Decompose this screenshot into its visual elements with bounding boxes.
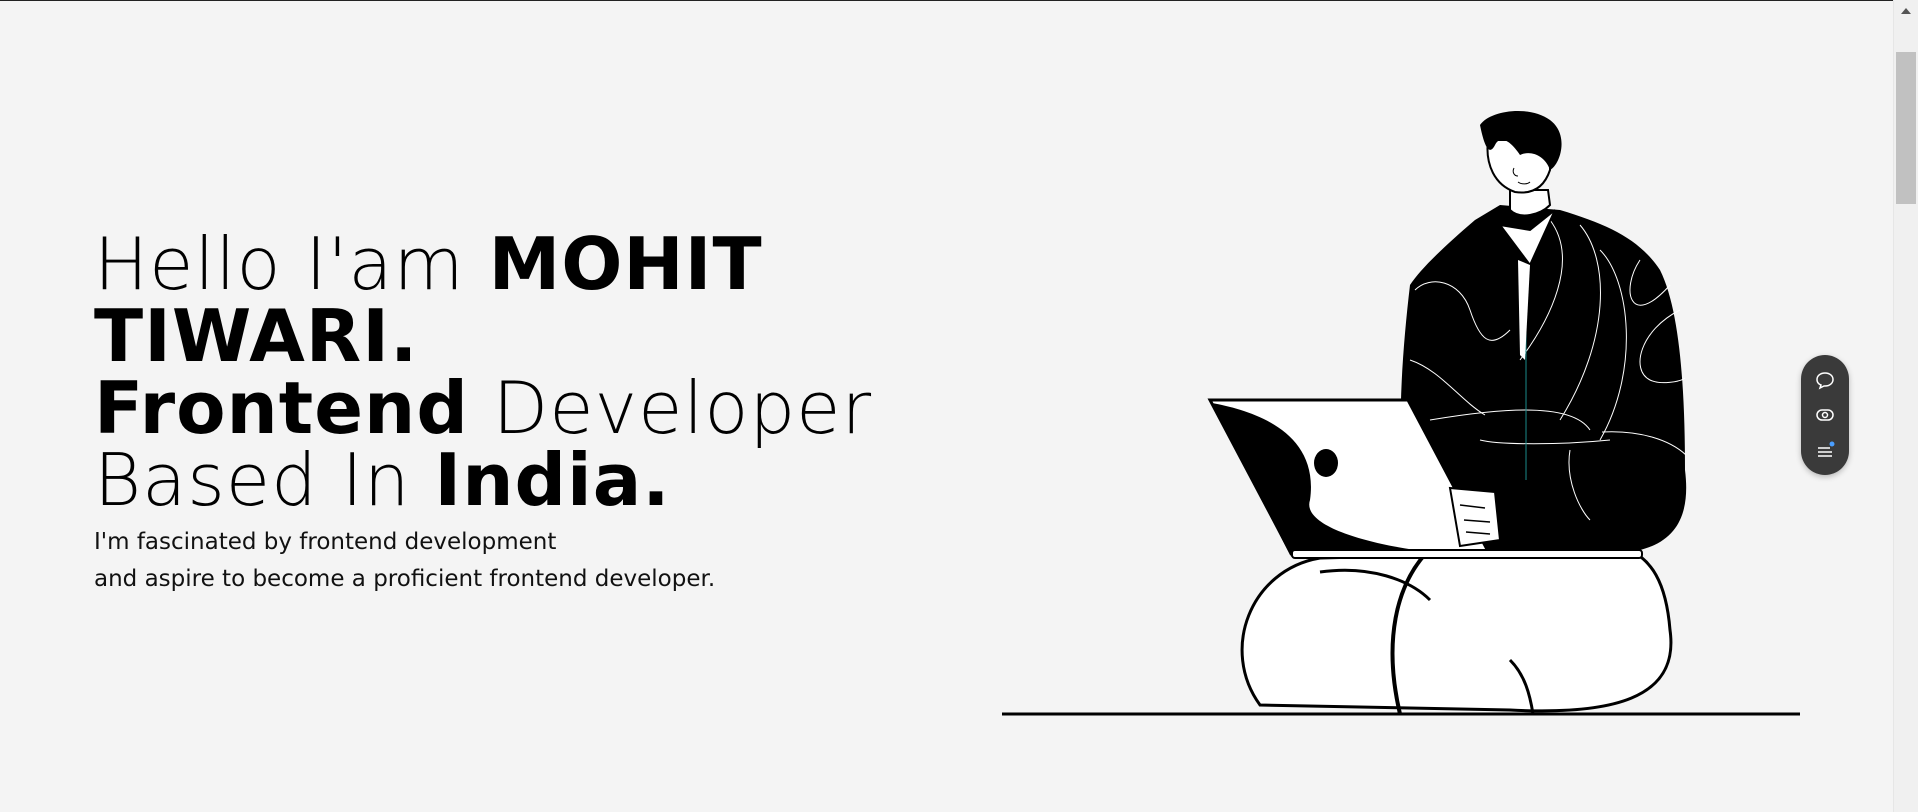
chat-bubble-icon: [1816, 372, 1834, 390]
description-line-2: and aspire to become a proficient fronte…: [94, 566, 716, 592]
scrollbar-thumb[interactable]: [1896, 52, 1916, 204]
scroll-up-arrow[interactable]: [1901, 8, 1911, 14]
name-first: MOHIT: [488, 222, 763, 306]
hero-description: I'm fascinated by frontend development a…: [94, 524, 874, 598]
chat-button[interactable]: [1811, 366, 1839, 394]
menu-notification-icon: [1818, 441, 1835, 457]
developer-illustration: [1002, 110, 1800, 716]
hero-headline: Hello I'am MOHIT TIWARI. Frontend Develo…: [94, 228, 874, 516]
hero-text: Hello I'am MOHIT TIWARI. Frontend Develo…: [94, 228, 874, 598]
top-border: [0, 0, 1918, 1]
menu-button[interactable]: [1811, 436, 1839, 464]
eye-icon: [1816, 409, 1834, 421]
country-text: India.: [434, 438, 671, 522]
view-button[interactable]: [1811, 401, 1839, 429]
description-line-1: I'm fascinated by frontend development: [94, 529, 557, 555]
based-in-text: Based In: [94, 438, 411, 522]
floating-toolbar: [1801, 355, 1849, 475]
